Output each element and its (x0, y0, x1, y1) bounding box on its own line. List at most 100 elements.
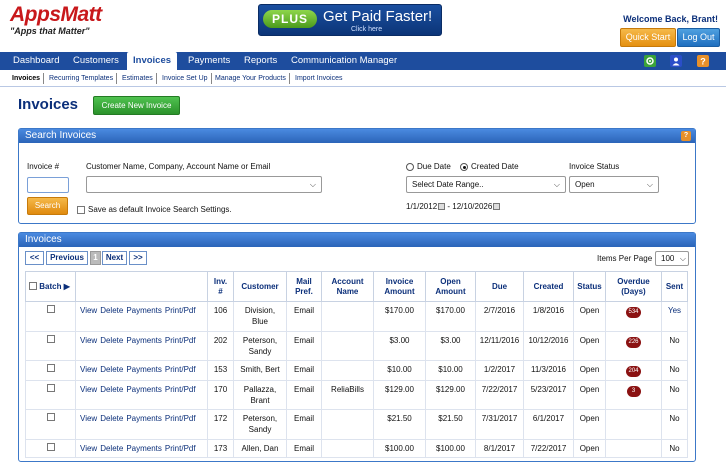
cell-status: Open (573, 301, 606, 332)
date-range-select[interactable]: Select Date Range.. ⌵ (406, 176, 566, 193)
col-account-name[interactable]: Account Name (321, 271, 374, 302)
col-open-amount[interactable]: Open Amount (425, 271, 476, 302)
chevron-down-icon: ⌵ (679, 254, 686, 263)
view-link[interactable]: View (80, 414, 97, 423)
row-checkbox[interactable] (46, 443, 55, 451)
col-invoice-amount[interactable]: Invoice Amount (373, 271, 426, 302)
quick-start-button[interactable]: Quick Start (620, 28, 676, 47)
print-pdf-link[interactable]: Print/Pdf (165, 365, 196, 374)
subnav-estimates[interactable]: Estimates (122, 73, 157, 84)
pager-previous[interactable]: Previous (46, 251, 88, 265)
log-out-button[interactable]: Log Out (677, 28, 720, 47)
cell-created: 11/3/2016 (523, 360, 574, 381)
nav-customers[interactable]: Customers (67, 52, 125, 70)
items-per-page-value: 100 (661, 254, 675, 263)
delete-link[interactable]: Delete (100, 336, 123, 345)
col-customer[interactable]: Customer (233, 271, 287, 302)
print-pdf-link[interactable]: Print/Pdf (165, 336, 196, 345)
help-icon[interactable]: ? (697, 55, 709, 67)
cell-amount: $129.00 (373, 380, 426, 410)
search-button[interactable]: Search (27, 197, 68, 215)
col-mail-pref[interactable]: Mail Pref. (286, 271, 322, 302)
col-overdue[interactable]: Overdue (Days) (605, 271, 662, 302)
items-per-page-select[interactable]: 100 ⌵ (655, 251, 689, 266)
subnav-recurring-templates[interactable]: Recurring Templates (49, 73, 118, 84)
col-created[interactable]: Created (523, 271, 574, 302)
cell-overdue (605, 439, 662, 458)
payments-link[interactable]: Payments (126, 414, 162, 423)
customer-line1: Division, (244, 306, 276, 315)
nav-reports[interactable]: Reports (238, 52, 283, 70)
pager-first[interactable]: << (25, 251, 44, 265)
delete-link[interactable]: Delete (100, 385, 123, 394)
pager-current[interactable]: 1 (90, 251, 101, 265)
create-invoice-button[interactable]: Create New Invoice (93, 96, 180, 115)
row-checkbox[interactable] (46, 305, 55, 313)
created-date-radio[interactable] (460, 163, 468, 171)
row-checkbox[interactable] (46, 413, 55, 421)
pager-next[interactable]: Next (102, 251, 127, 265)
nav-payments[interactable]: Payments (182, 52, 236, 70)
nav-dashboard[interactable]: Dashboard (7, 52, 65, 70)
view-link[interactable]: View (80, 336, 97, 345)
row-actions: View Delete Payments Print/Pdf (75, 360, 208, 381)
table-row: View Delete Payments Print/Pdf 170 Pallazza, B… (25, 380, 688, 410)
promo-banner[interactable]: PLUS Get Paid Faster! Click here (258, 4, 442, 36)
due-date-radio[interactable] (406, 163, 414, 171)
subnav-import-invoices[interactable]: Import Invoices (295, 73, 345, 84)
subnav-manage-products[interactable]: Manage Your Products (215, 73, 290, 84)
user-icon[interactable] (670, 55, 682, 67)
cell-overdue (605, 409, 662, 440)
invoice-number-input[interactable] (27, 177, 69, 193)
delete-link[interactable]: Delete (100, 414, 123, 423)
table-row: View Delete Payments Print/Pdf 153 Smith, Ber… (25, 360, 688, 381)
cell-inv: 153 (207, 360, 234, 381)
row-checkbox[interactable] (46, 364, 55, 372)
payments-link[interactable]: Payments (126, 306, 162, 315)
pager-last[interactable]: >> (129, 251, 147, 265)
app-logo[interactable]: AppsMatt "Apps that Matter" (10, 4, 102, 37)
subnav-invoice-set-up[interactable]: Invoice Set Up (162, 73, 212, 84)
print-pdf-link[interactable]: Print/Pdf (165, 306, 196, 315)
col-amount-line2: Amount (384, 286, 415, 296)
table-row: View Delete Payments Print/Pdf 106 Division, B… (25, 301, 688, 332)
due-date-label: Due Date (417, 162, 451, 171)
cell-open: $170.00 (425, 301, 476, 332)
settings-icon[interactable] (644, 55, 656, 67)
cell-customer: Division, Blue (233, 301, 287, 332)
row-checkbox[interactable] (46, 335, 55, 343)
view-link[interactable]: View (80, 365, 97, 374)
subnav-invoices[interactable]: Invoices (12, 73, 45, 84)
cell-overdue: 204 (605, 360, 662, 381)
col-inv[interactable]: Inv. # (207, 271, 234, 302)
view-link[interactable]: View (80, 385, 97, 394)
customer-select[interactable]: ⌵ (86, 176, 322, 193)
payments-link[interactable]: Payments (126, 385, 162, 394)
search-help-icon[interactable]: ? (681, 131, 691, 141)
nav-communication-manager[interactable]: Communication Manager (285, 52, 403, 70)
cell-open: $10.00 (425, 360, 476, 381)
delete-link[interactable]: Delete (100, 306, 123, 315)
payments-link[interactable]: Payments (126, 336, 162, 345)
payments-link[interactable]: Payments (126, 365, 162, 374)
sent-value: No (669, 414, 680, 423)
cell-overdue: 3 (605, 380, 662, 410)
col-due[interactable]: Due (475, 271, 524, 302)
invoice-status-select[interactable]: Open ⌵ (569, 176, 659, 193)
col-overdue-line1: Overdue (617, 276, 650, 286)
print-pdf-link[interactable]: Print/Pdf (165, 414, 196, 423)
select-all-checkbox[interactable] (29, 282, 37, 291)
table-row: View Delete Payments Print/Pdf 172 Peterson, S… (25, 409, 688, 440)
row-checkbox[interactable] (46, 384, 55, 392)
save-default-checkbox[interactable] (77, 206, 85, 214)
banner-click-here: Click here (351, 26, 383, 33)
sent-value[interactable]: Yes (668, 306, 681, 315)
customer-line2: Sandy (248, 347, 272, 356)
print-pdf-link[interactable]: Print/Pdf (165, 385, 196, 394)
cell-created: 1/8/2016 (523, 301, 574, 332)
view-link[interactable]: View (80, 306, 97, 315)
nav-invoices[interactable]: Invoices (127, 52, 178, 70)
col-batch[interactable]: Batch ▶ (25, 271, 76, 302)
calendar-icon[interactable] (493, 203, 501, 211)
delete-link[interactable]: Delete (100, 365, 123, 374)
